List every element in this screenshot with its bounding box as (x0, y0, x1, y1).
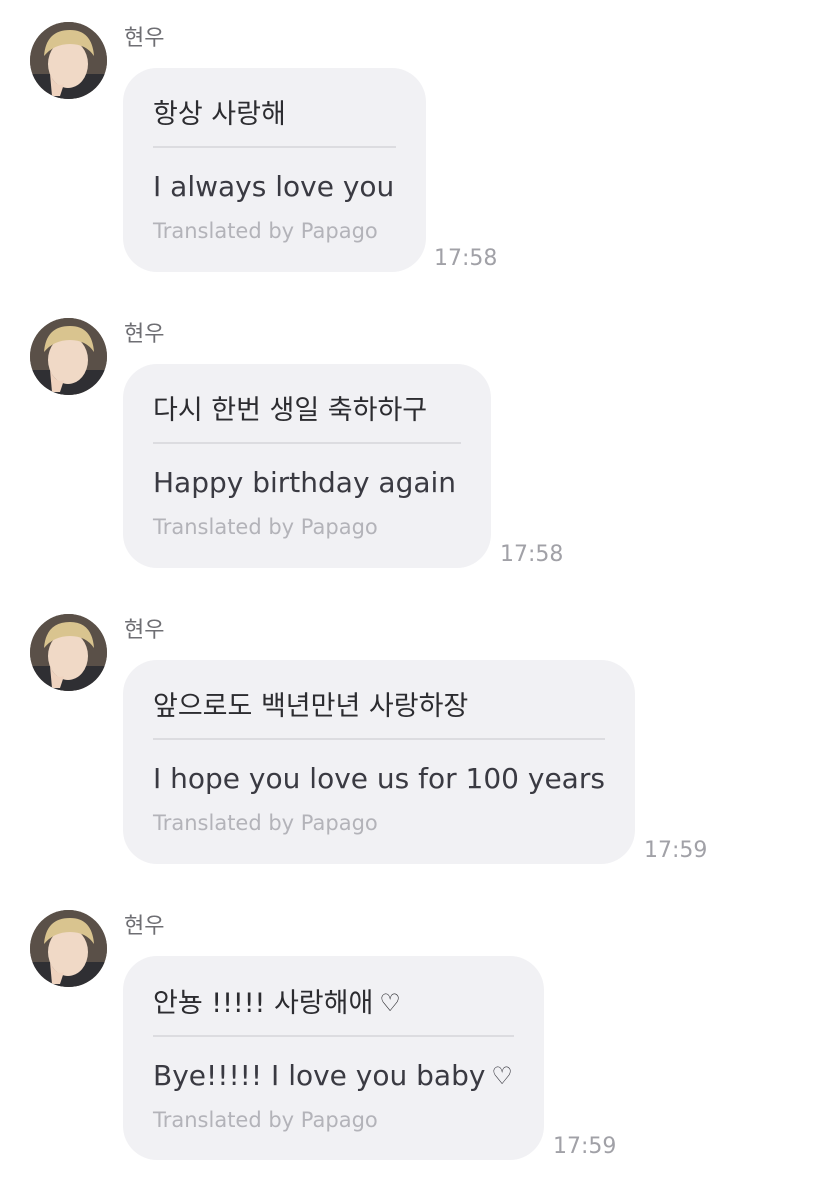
avatar[interactable] (30, 910, 107, 987)
translated-message-text: Bye!!!!! I love you baby (153, 1059, 486, 1092)
translation-divider (153, 1035, 514, 1037)
original-message-text: 안뇽 !!!!! 사랑해애 (153, 988, 374, 1019)
message-timestamp: 17:59 (553, 1134, 617, 1159)
avatar[interactable] (30, 614, 107, 691)
translation-credit: Translated by Papago (153, 219, 378, 243)
chat-message: 현우 앞으로도 백년만년 사랑하장 I hope you love us for… (0, 592, 840, 888)
translated-message-line: Bye!!!!! I love you baby ♡ (153, 1059, 514, 1093)
sender-name: 현우 (124, 322, 165, 347)
original-message-text: 항상 사랑해 (153, 99, 286, 130)
translation-credit: Translated by Papago (153, 1108, 378, 1132)
chat-message: 현우 안뇽 !!!!! 사랑해애 ♡ Bye!!!!! I love you ba… (0, 888, 840, 1184)
original-message-text: 앞으로도 백년만년 사랑하장 (153, 691, 469, 722)
translated-message-text: I hope you love us for 100 years (153, 762, 605, 795)
translation-credit: Translated by Papago (153, 515, 378, 539)
message-timestamp: 17:58 (434, 246, 498, 271)
message-bubble[interactable]: 안뇽 !!!!! 사랑해애 ♡ Bye!!!!! I love you baby ♡… (123, 956, 544, 1160)
translated-message-text: Happy birthday again (153, 466, 457, 499)
message-bubble[interactable]: 항상 사랑해 I always love you Translated by P… (123, 68, 426, 272)
message-timestamp: 17:58 (500, 542, 564, 567)
original-message-line: 안뇽 !!!!! 사랑해애 ♡ (153, 986, 514, 1021)
translation-divider (153, 738, 605, 740)
chat-message: 현우 다시 한번 생일 축하하구 Happy birthday again Tr… (0, 296, 840, 592)
avatar[interactable] (30, 318, 107, 395)
avatar[interactable] (30, 22, 107, 99)
translated-message-text: I always love you (153, 170, 395, 203)
chat-message: 현우 항상 사랑해 I always love you Translated b… (0, 0, 840, 296)
message-bubble[interactable]: 다시 한번 생일 축하하구 Happy birthday again Trans… (123, 364, 491, 568)
sender-name: 현우 (124, 618, 165, 643)
heart-outline-icon: ♡ (379, 989, 401, 1017)
message-timestamp: 17:59 (644, 838, 708, 863)
translation-credit: Translated by Papago (153, 811, 378, 835)
sender-name: 현우 (124, 26, 165, 51)
sender-name: 현우 (124, 914, 165, 939)
heart-outline-icon: ♡ (491, 1062, 513, 1090)
original-message-text: 다시 한번 생일 축하하구 (153, 395, 428, 426)
message-bubble[interactable]: 앞으로도 백년만년 사랑하장 I hope you love us for 10… (123, 660, 635, 864)
translation-divider (153, 146, 396, 148)
translation-divider (153, 442, 461, 444)
